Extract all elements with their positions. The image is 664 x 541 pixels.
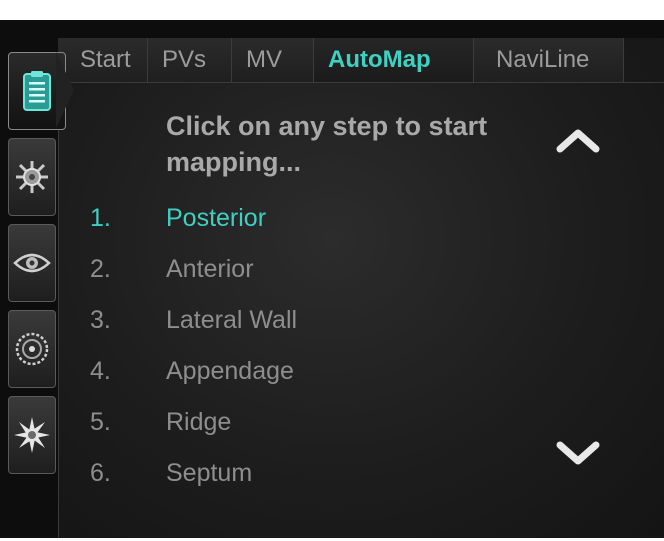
instruction-text: Click on any step to start mapping... (166, 111, 488, 177)
step-number: 4. (90, 357, 111, 385)
tab-naviline[interactable]: NaviLine (474, 38, 624, 82)
step-label: Ridge (166, 408, 232, 436)
step-number: 6. (90, 459, 111, 487)
dial-icon (14, 331, 50, 367)
tab-pvs[interactable]: PVs (148, 38, 232, 82)
sidebar-item-gear[interactable] (8, 138, 56, 216)
clipboard-icon (21, 69, 53, 113)
active-indicator-arrow (56, 52, 74, 128)
sidebar-item-eye[interactable] (8, 224, 56, 302)
step-label: Septum (166, 459, 253, 487)
step-septum[interactable]: 6. Septum (90, 448, 297, 499)
tab-bar: Start PVs MV AutoMap NaviLine (58, 38, 624, 82)
steps-list: 1. Posterior 2. Anterior 3. Lateral Wall… (90, 193, 297, 499)
scroll-up-button[interactable] (548, 122, 608, 162)
step-number: 2. (90, 255, 111, 283)
step-label: Anterior (166, 255, 254, 283)
step-label: Appendage (166, 357, 294, 385)
starburst-icon (13, 416, 51, 454)
gear-wheel-icon (14, 159, 50, 195)
step-number: 1. (90, 204, 111, 232)
tab-automap[interactable]: AutoMap (314, 38, 474, 82)
step-label: Posterior (166, 204, 267, 232)
chevron-up-icon (556, 127, 600, 158)
chevron-down-icon (556, 441, 600, 472)
step-appendage[interactable]: 4. Appendage (90, 346, 297, 397)
step-number: 5. (90, 408, 111, 436)
step-posterior[interactable]: 1. Posterior (90, 193, 297, 244)
sidebar-item-dial[interactable] (8, 310, 56, 388)
step-label: Lateral Wall (166, 306, 298, 334)
step-number: 3. (90, 306, 111, 334)
tab-mv[interactable]: MV (232, 38, 314, 82)
step-lateral-wall[interactable]: 3. Lateral Wall (90, 295, 297, 346)
step-anterior[interactable]: 2. Anterior (90, 244, 297, 295)
sidebar-item-starburst[interactable] (8, 396, 56, 474)
eye-icon (13, 249, 51, 277)
scroll-down-button[interactable] (548, 436, 608, 476)
tab-divider (58, 82, 664, 83)
step-ridge[interactable]: 5. Ridge (90, 397, 297, 448)
